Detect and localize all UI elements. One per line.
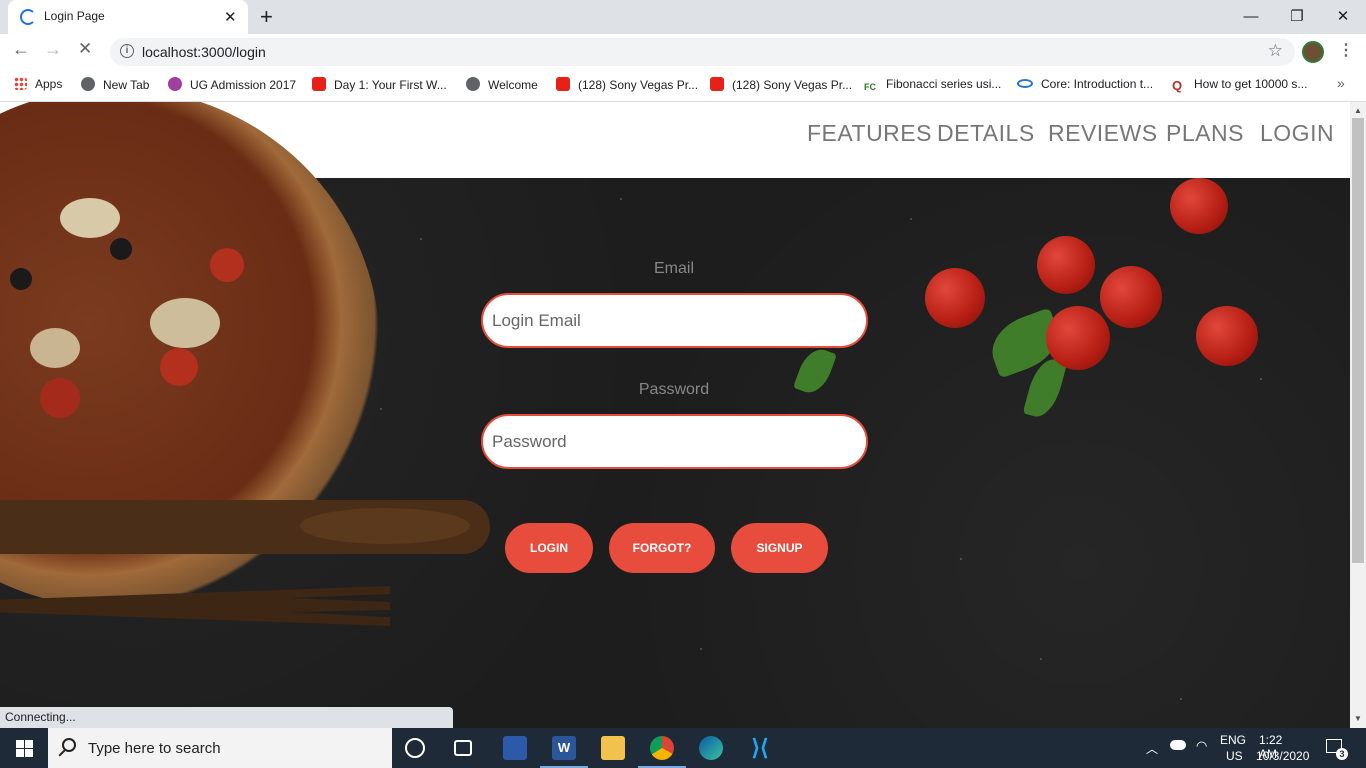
bookmark-label: New Tab bbox=[103, 78, 150, 92]
restore-button[interactable]: ❐ bbox=[1274, 4, 1320, 30]
bookmark-label: (128) Sony Vegas Pr... bbox=[732, 78, 853, 92]
bookmark-label: How to get 10000 s... bbox=[1194, 77, 1308, 91]
bookmark-item[interactable]: (128) Sony Vegas Pr... bbox=[710, 77, 852, 92]
nav-link-plans[interactable]: PLANS bbox=[1166, 120, 1244, 147]
close-window-button[interactable]: ✕ bbox=[1320, 4, 1366, 30]
chrome-icon[interactable] bbox=[638, 736, 686, 768]
bookmark-item[interactable]: New Tab bbox=[81, 77, 149, 92]
bookmark-item[interactable]: (128) Sony Vegas Pr... bbox=[556, 77, 698, 92]
bookmark-item[interactable]: Welcome bbox=[466, 77, 538, 92]
wifi-icon[interactable]: ◠ bbox=[1196, 738, 1207, 754]
store-icon[interactable] bbox=[503, 736, 527, 760]
nav-link-login[interactable]: LOGIN bbox=[1260, 120, 1334, 147]
address-bar[interactable]: i localhost:3000/login ☆ bbox=[110, 38, 1295, 66]
nav-link-reviews[interactable]: REVIEWS bbox=[1048, 120, 1158, 147]
windows-taskbar: Type here to search W ⟩⟨ ︿ ◠ ENG US 1:22… bbox=[0, 728, 1366, 768]
globe-icon bbox=[466, 77, 480, 91]
profile-avatar[interactable] bbox=[1302, 41, 1324, 63]
bookmark-star-icon[interactable]: ☆ bbox=[1268, 41, 1283, 61]
tab-title: Login Page bbox=[44, 9, 105, 23]
bookmarks-bar: Apps New Tab UG Admission 2017 Day 1: Yo… bbox=[0, 70, 1366, 102]
cortana-icon[interactable] bbox=[405, 738, 425, 758]
bookmark-label: (128) Sony Vegas Pr... bbox=[578, 78, 699, 92]
vscode-icon[interactable]: ⟩⟨ bbox=[748, 736, 772, 760]
tomato-image bbox=[1046, 306, 1110, 370]
tab-strip: Login Page ✕ + — ❐ ✕ bbox=[0, 0, 1366, 34]
nav-link-features[interactable]: FEATURES bbox=[807, 120, 932, 147]
language-indicator[interactable]: ENG bbox=[1220, 733, 1246, 747]
bookmark-label: Apps bbox=[35, 77, 63, 91]
apps-grid-icon bbox=[14, 77, 27, 90]
tomato-image bbox=[1170, 178, 1228, 234]
coursera-icon bbox=[1017, 79, 1033, 88]
search-icon bbox=[62, 738, 76, 752]
back-button[interactable]: ← bbox=[12, 39, 30, 60]
file-explorer-icon[interactable] bbox=[601, 736, 625, 760]
browser-tab[interactable]: Login Page ✕ bbox=[8, 0, 248, 34]
fc-icon: FC bbox=[864, 82, 878, 96]
bookmark-label: Fibonacci series usi... bbox=[886, 77, 1002, 91]
browser-toolbar: ← → ✕ i localhost:3000/login ☆ bbox=[0, 34, 1366, 70]
chrome-menu-icon[interactable]: ⋮ bbox=[1338, 40, 1354, 60]
bookmark-item[interactable]: FC Fibonacci series usi... bbox=[864, 77, 1001, 96]
tomato-image bbox=[925, 268, 985, 328]
region-indicator[interactable]: US bbox=[1226, 749, 1243, 763]
youtube-icon bbox=[556, 77, 570, 91]
taskbar-search[interactable]: Type here to search bbox=[48, 728, 392, 768]
quora-icon: Q bbox=[1172, 78, 1183, 93]
tomato-image bbox=[1100, 266, 1162, 328]
bookmark-item[interactable]: Q How to get 10000 s... bbox=[1172, 77, 1308, 93]
scroll-down-icon[interactable]: ▼ bbox=[1354, 714, 1362, 723]
forward-button[interactable]: → bbox=[44, 39, 62, 60]
scroll-up-icon[interactable]: ▲ bbox=[1354, 106, 1362, 115]
stop-loading-button[interactable]: ✕ bbox=[78, 39, 92, 59]
bookmark-label: Welcome bbox=[488, 78, 538, 92]
login-button[interactable]: LOGIN bbox=[505, 523, 593, 573]
tomato-image bbox=[1196, 306, 1258, 366]
bookmark-item[interactable]: Core: Introduction t... bbox=[1017, 77, 1153, 91]
notification-count-badge: 3 bbox=[1336, 748, 1348, 760]
status-bubble: Connecting... bbox=[0, 707, 453, 728]
minimize-button[interactable]: — bbox=[1228, 4, 1274, 30]
clock-date[interactable]: 10/3/2020 bbox=[1256, 749, 1309, 763]
bookmark-item[interactable]: UG Admission 2017 bbox=[168, 77, 296, 92]
edge-icon[interactable] bbox=[699, 736, 723, 760]
show-hidden-icons-icon[interactable]: ︿ bbox=[1146, 740, 1158, 757]
search-placeholder: Type here to search bbox=[88, 740, 221, 757]
bookmark-item-apps[interactable]: Apps bbox=[14, 77, 62, 91]
close-tab-icon[interactable]: ✕ bbox=[224, 8, 237, 26]
loading-spinner-icon bbox=[20, 9, 36, 25]
onedrive-icon[interactable] bbox=[1170, 740, 1186, 750]
bookmark-label: Core: Introduction t... bbox=[1041, 77, 1154, 91]
nav-link-details[interactable]: DETAILS bbox=[937, 120, 1035, 147]
start-button[interactable] bbox=[0, 728, 48, 768]
bookmark-item[interactable]: Day 1: Your First W... bbox=[312, 77, 447, 92]
tomato-image bbox=[1037, 236, 1095, 294]
password-field[interactable] bbox=[481, 414, 868, 469]
word-icon[interactable]: W bbox=[540, 736, 588, 768]
new-tab-button[interactable]: + bbox=[260, 4, 273, 30]
hero-background: Email Password LOGIN FORGOT? SIGNUP bbox=[0, 102, 1350, 728]
youtube-icon bbox=[312, 77, 326, 91]
scroll-thumb[interactable] bbox=[1352, 118, 1364, 563]
page-scrollbar[interactable]: ▲ ▼ bbox=[1350, 102, 1366, 728]
email-label: Email bbox=[653, 260, 694, 277]
signup-button[interactable]: SIGNUP bbox=[731, 523, 828, 573]
spoon-bowl bbox=[300, 508, 470, 544]
youtube-icon bbox=[710, 77, 724, 91]
password-label: Password bbox=[638, 381, 710, 398]
forgot-password-button[interactable]: FORGOT? bbox=[609, 523, 715, 573]
url-text[interactable]: localhost:3000/login bbox=[142, 44, 266, 60]
more-bookmarks-icon[interactable]: » bbox=[1337, 75, 1345, 91]
task-view-icon[interactable] bbox=[454, 740, 472, 756]
bookmark-label: Day 1: Your First W... bbox=[334, 78, 447, 92]
email-field[interactable] bbox=[481, 293, 868, 348]
bookmark-label: UG Admission 2017 bbox=[190, 78, 297, 92]
site-info-icon[interactable]: i bbox=[120, 44, 134, 58]
web-page: FEATURES DETAILS REVIEWS PLANS LOGIN Ema… bbox=[0, 102, 1350, 728]
globe-icon bbox=[81, 77, 95, 91]
purple-circle-icon bbox=[168, 77, 182, 91]
